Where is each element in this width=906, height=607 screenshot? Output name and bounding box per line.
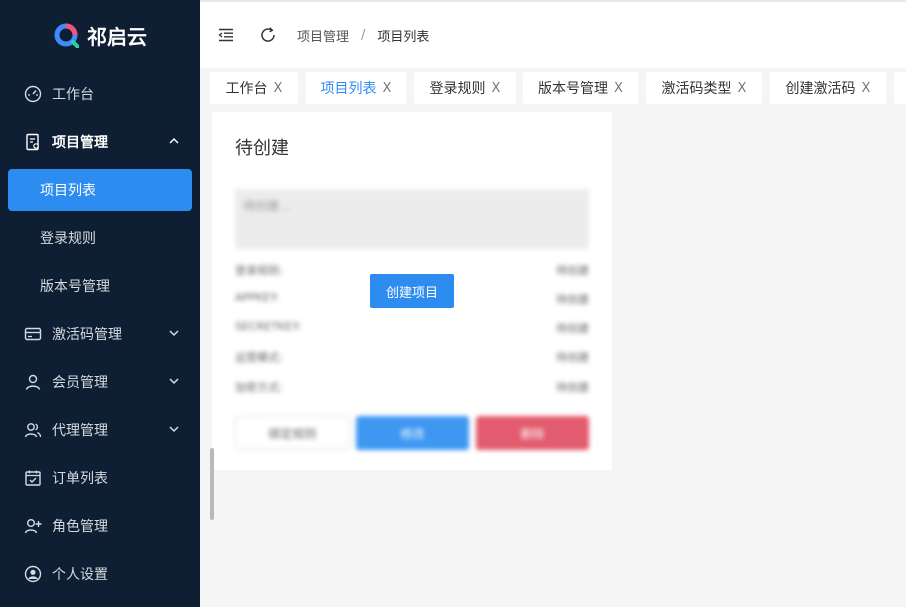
sidebar-item-login-rules[interactable]: 登录规则 — [8, 217, 192, 259]
close-icon[interactable]: X — [738, 81, 747, 96]
sidebar-item-label: 工作台 — [52, 87, 94, 103]
info-key: APPKEY: — [235, 291, 279, 304]
sidebar-item-label: 代理管理 — [52, 423, 108, 439]
refresh-icon[interactable] — [259, 26, 277, 44]
chevron-up-icon — [169, 137, 179, 144]
close-icon[interactable]: X — [383, 81, 392, 96]
tab-dashboard[interactable]: 工作台 X — [210, 72, 298, 104]
sidebar-item-members[interactable]: 会员管理 — [8, 361, 192, 403]
info-key: SECRETKEY: — [235, 320, 302, 333]
sidebar-item-label: 激活码管理 — [52, 327, 122, 343]
sidebar-item-project-list[interactable]: 项目列表 — [8, 169, 192, 211]
create-project-button[interactable]: 创建项目 — [370, 274, 454, 308]
chevron-down-icon — [169, 330, 179, 337]
tab-label: 登录规则 — [429, 81, 486, 97]
sidebar-item-orders[interactable]: 订单列表 — [8, 457, 192, 499]
info-key: 运营模式: — [235, 351, 283, 364]
breadcrumb-item-project-list: 项目列表 — [377, 29, 430, 45]
description-field: 待创建... — [235, 189, 589, 249]
close-icon[interactable]: X — [614, 81, 623, 96]
top-header: 项目管理 / 项目列表 — [200, 0, 906, 68]
close-icon[interactable]: X — [862, 81, 871, 96]
logo-icon — [54, 23, 79, 48]
tab-create-activation-code[interactable]: 创建激活码 X — [770, 72, 886, 104]
tab-bar: 工作台 X 项目列表 X 登录规则 X 版本号管理 X 激活码类型 X 创建激活… — [200, 72, 906, 106]
menu-fold-icon[interactable] — [217, 26, 235, 44]
tab-login-rules[interactable]: 登录规则 X — [414, 72, 516, 104]
info-row: 加密方式: 待创建 — [235, 379, 589, 395]
breadcrumb-item-project-management[interactable]: 项目管理 — [297, 26, 349, 45]
sidebar-item-label: 订单列表 — [52, 471, 108, 487]
close-icon[interactable]: X — [274, 81, 283, 96]
info-row: SECRETKEY: 待创建 — [235, 320, 589, 336]
tab-overflow[interactable] — [894, 72, 906, 104]
sidebar-item-version-management[interactable]: 版本号管理 — [8, 265, 192, 307]
app-logo: 祁启云 — [0, 0, 200, 70]
sidebar-item-activation-codes[interactable]: 激活码管理 — [8, 313, 192, 355]
tab-version-management[interactable]: 版本号管理 X — [523, 72, 638, 104]
info-value: 待创建 — [556, 264, 589, 277]
sidebar-item-roles[interactable]: 角色管理 — [8, 505, 192, 547]
card-icon — [24, 325, 42, 343]
tab-activation-code-types[interactable]: 激活码类型 X — [646, 72, 762, 104]
sidebar-item-label: 项目列表 — [40, 183, 96, 199]
tab-label: 工作台 — [225, 81, 268, 97]
tab-label: 版本号管理 — [538, 81, 609, 97]
sidebar-item-label: 角色管理 — [52, 519, 108, 535]
breadcrumb-separator: / — [361, 27, 366, 43]
sidebar-item-profile[interactable]: 个人设置 — [8, 553, 192, 595]
sidebar-item-label: 登录规则 — [40, 231, 96, 247]
sidebar: 祁启云 工作台 项目管理 项目列表 登录规则 版本号管理 激活码管理 会员管理 — [0, 0, 200, 607]
sidebar-item-label: 会员管理 — [52, 375, 108, 391]
card-title: 待创建 — [235, 138, 289, 159]
info-value: 待创建 — [556, 322, 589, 335]
scrollbar-thumb[interactable] — [210, 448, 214, 520]
user-add-icon — [24, 517, 42, 535]
info-value: 待创建 — [556, 381, 589, 394]
sidebar-item-agents[interactable]: 代理管理 — [8, 409, 192, 451]
close-icon[interactable]: X — [492, 81, 501, 96]
sidebar-item-label: 项目管理 — [52, 135, 108, 151]
delete-button: 删除 — [476, 416, 589, 450]
edit-button: 修改 — [356, 416, 469, 450]
info-row: 运营模式: 待创建 — [235, 349, 589, 365]
tab-label: 激活码类型 — [661, 81, 732, 97]
sidebar-item-label: 版本号管理 — [40, 279, 110, 295]
tab-project-list[interactable]: 项目列表 X — [306, 72, 406, 104]
info-key: 加密方式: — [235, 381, 283, 394]
calendar-check-icon — [24, 469, 42, 487]
sidebar-item-dashboard[interactable]: 工作台 — [8, 73, 192, 115]
tab-label: 创建激活码 — [785, 81, 856, 97]
dashboard-icon — [24, 85, 42, 103]
sidebar-item-project-management[interactable]: 项目管理 — [8, 121, 192, 163]
project-icon — [24, 133, 42, 151]
users-icon — [24, 421, 42, 439]
breadcrumb: 项目管理 / 项目列表 — [297, 26, 429, 45]
chevron-down-icon — [169, 378, 179, 385]
user-icon — [24, 373, 42, 391]
account-circle-icon — [24, 565, 42, 583]
info-value: 待创建 — [556, 293, 589, 306]
sidebar-item-label: 个人设置 — [52, 567, 108, 583]
tab-label: 项目列表 — [320, 81, 377, 97]
info-key: 登录规则: — [235, 264, 283, 277]
app-name: 祁启云 — [87, 24, 147, 49]
bind-rule-button: 绑定规则 — [235, 416, 350, 450]
info-value: 待创建 — [556, 351, 589, 364]
chevron-down-icon — [169, 426, 179, 433]
